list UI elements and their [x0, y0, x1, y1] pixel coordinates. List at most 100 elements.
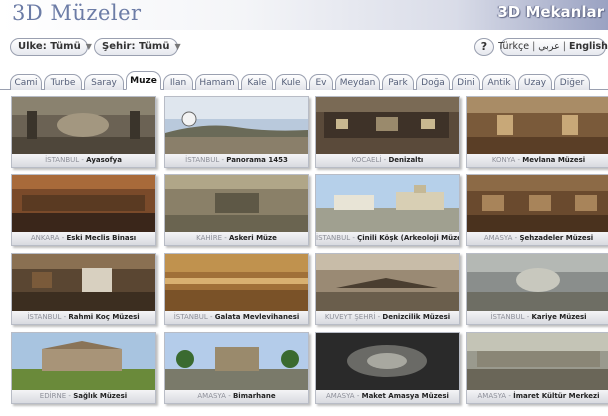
city-filter-dropdown[interactable]: Şehir: Tümü ▼: [94, 38, 181, 56]
caption-separator: -: [81, 156, 84, 164]
caption-separator: -: [61, 234, 65, 242]
tab-ilan[interactable]: Ilan: [163, 74, 193, 90]
header-bar: 3D Müzeler 3D Mekanlar: [0, 0, 608, 30]
museum-tile[interactable]: KUVEYT ŞEHRİ - Denizcilik Müzesi: [315, 253, 460, 325]
tile-name: Maket Amasya Müzesi: [361, 392, 449, 400]
tab-muze[interactable]: Muze: [126, 71, 161, 90]
country-filter-dropdown[interactable]: Ulke: Tümü ▼: [10, 38, 92, 56]
panorama-thumbnail: [165, 254, 308, 311]
tile-caption: İSTANBUL - Galata Mevlevihanesi: [165, 311, 308, 324]
caption-separator: -: [63, 313, 67, 321]
caption-separator: -: [517, 156, 521, 164]
language-separator: |: [562, 41, 566, 52]
tab-dini[interactable]: Dini: [452, 74, 480, 90]
museum-tile[interactable]: KOCAELİ - Denizaltı: [315, 96, 460, 168]
tab-cami[interactable]: Cami: [10, 74, 42, 90]
tab-saray[interactable]: Saray: [84, 74, 124, 90]
language-option-turkish[interactable]: Türkçe: [498, 38, 529, 56]
museum-tile[interactable]: İSTANBUL - Ayasofya: [11, 96, 156, 168]
tile-city: İSTANBUL: [316, 234, 351, 242]
panorama-thumbnail: [12, 97, 155, 154]
museum-tile[interactable]: AMASYA - Şehzadeler Müzesi: [466, 174, 608, 246]
site-subtitle[interactable]: 3D Mekanlar: [497, 3, 604, 21]
tab-meydan[interactable]: Meydan: [335, 74, 380, 90]
tab-uzay[interactable]: Uzay: [518, 74, 552, 90]
panorama-thumbnail: [467, 97, 608, 154]
tile-city: AMASYA: [477, 392, 507, 400]
tile-city: AMASYA: [483, 234, 513, 242]
tab-antik[interactable]: Antik: [482, 74, 516, 90]
caption-separator: -: [377, 313, 381, 321]
museum-tile[interactable]: İSTANBUL - Galata Mevlevihanesi: [164, 253, 309, 325]
language-option-arabic[interactable]: عربي: [538, 38, 559, 56]
tile-city: ANKARA: [30, 234, 60, 242]
help-button[interactable]: ?: [474, 38, 494, 56]
language-option-english[interactable]: English: [569, 38, 608, 56]
chevron-down-icon: ▼: [85, 42, 92, 51]
tile-city: AMASYA: [197, 392, 226, 400]
language-separator: |: [532, 41, 536, 52]
panorama-thumbnail: [12, 254, 155, 311]
caption-separator: -: [68, 392, 71, 400]
panorama-thumbnail: [165, 97, 308, 154]
tab-park[interactable]: Park: [382, 74, 414, 90]
caption-separator: -: [514, 234, 518, 242]
tile-name: Denizcilik Müzesi: [382, 313, 451, 321]
tab-kale[interactable]: Kale: [241, 74, 273, 90]
museum-tile[interactable]: AMASYA - İmaret Kültür Merkezi: [466, 332, 608, 404]
museum-tile[interactable]: İSTANBUL - Rahmi Koç Müzesi: [11, 253, 156, 325]
museum-tile[interactable]: İSTANBUL - Çinili Köşk (Arkeoloji Müzesi…: [315, 174, 460, 246]
tile-caption: EDİRNE - Sağlık Müzesi: [12, 390, 155, 403]
museum-tile[interactable]: KAHİRE - Askeri Müze: [164, 174, 309, 246]
tile-caption: AMASYA - Şehzadeler Müzesi: [467, 232, 608, 245]
tab-hamam[interactable]: Hamam: [195, 74, 239, 90]
museum-tile[interactable]: İSTANBUL - Panorama 1453: [164, 96, 309, 168]
tile-city: İSTANBUL: [45, 156, 80, 164]
museum-tile[interactable]: EDİRNE - Sağlık Müzesi: [11, 332, 156, 404]
city-filter-label: Şehir: Tümü: [102, 41, 170, 52]
caption-separator: -: [356, 392, 360, 400]
caption-separator: -: [352, 234, 355, 242]
site-title[interactable]: 3D Müzeler: [12, 1, 142, 25]
caption-separator: -: [383, 156, 387, 164]
panorama-thumbnail: [467, 175, 608, 232]
panorama-thumbnail: [467, 333, 608, 390]
tile-name: Ayasofya: [86, 156, 122, 164]
panorama-thumbnail: [12, 333, 155, 390]
museum-tile[interactable]: KONYA - Mevlana Müzesi: [466, 96, 608, 168]
tile-name: Mevlana Müzesi: [522, 156, 586, 164]
tile-city: İSTANBUL: [185, 156, 220, 164]
tile-city: KUVEYT ŞEHRİ: [324, 313, 376, 321]
tile-city: KOCAELİ: [351, 156, 382, 164]
tab-turbe[interactable]: Turbe: [44, 74, 82, 90]
filter-bar: Ulke: Tümü ▼ Şehir: Tümü ▼ ? Türkçe | عر…: [0, 38, 608, 62]
panorama-thumbnail: [316, 175, 459, 232]
category-tabs: Cami Turbe Saray Muze Ilan Hamam Kale Ku…: [0, 69, 608, 90]
museum-tile[interactable]: İSTANBUL - Kariye Müzesi: [466, 253, 608, 325]
tile-city: İSTANBUL: [173, 313, 208, 321]
tile-caption: KUVEYT ŞEHRİ - Denizcilik Müzesi: [316, 311, 459, 324]
tile-caption: İSTANBUL - Çinili Köşk (Arkeoloji Müzesi…: [316, 232, 459, 245]
panorama-thumbnail: [316, 333, 459, 390]
tile-name: Panorama 1453: [226, 156, 288, 164]
panorama-thumbnail: [165, 175, 308, 232]
panorama-thumbnail: [316, 254, 459, 311]
tile-caption: KAHİRE - Askeri Müze: [165, 232, 308, 245]
tile-caption: KONYA - Mevlana Müzesi: [467, 154, 608, 167]
tile-city: AMASYA: [326, 392, 355, 400]
tile-caption: İSTANBUL - Kariye Müzesi: [467, 311, 608, 324]
caption-separator: -: [210, 313, 213, 321]
tab-ev[interactable]: Ev: [309, 74, 333, 90]
tab-doga[interactable]: Doğa: [416, 74, 450, 90]
caption-separator: -: [224, 234, 227, 242]
caption-separator: -: [221, 156, 225, 164]
tab-kule[interactable]: Kule: [275, 74, 307, 90]
tab-diger[interactable]: Diğer: [554, 74, 590, 90]
museum-tile[interactable]: AMASYA - Maket Amasya Müzesi: [315, 332, 460, 404]
caption-separator: -: [228, 392, 231, 400]
panorama-thumbnail: [316, 97, 459, 154]
panorama-thumbnail: [467, 254, 608, 311]
tile-name: Galata Mevlevihanesi: [214, 313, 300, 321]
museum-tile[interactable]: ANKARA - Eski Meclis Binası: [11, 174, 156, 246]
museum-tile[interactable]: AMASYA - Bimarhane: [164, 332, 309, 404]
